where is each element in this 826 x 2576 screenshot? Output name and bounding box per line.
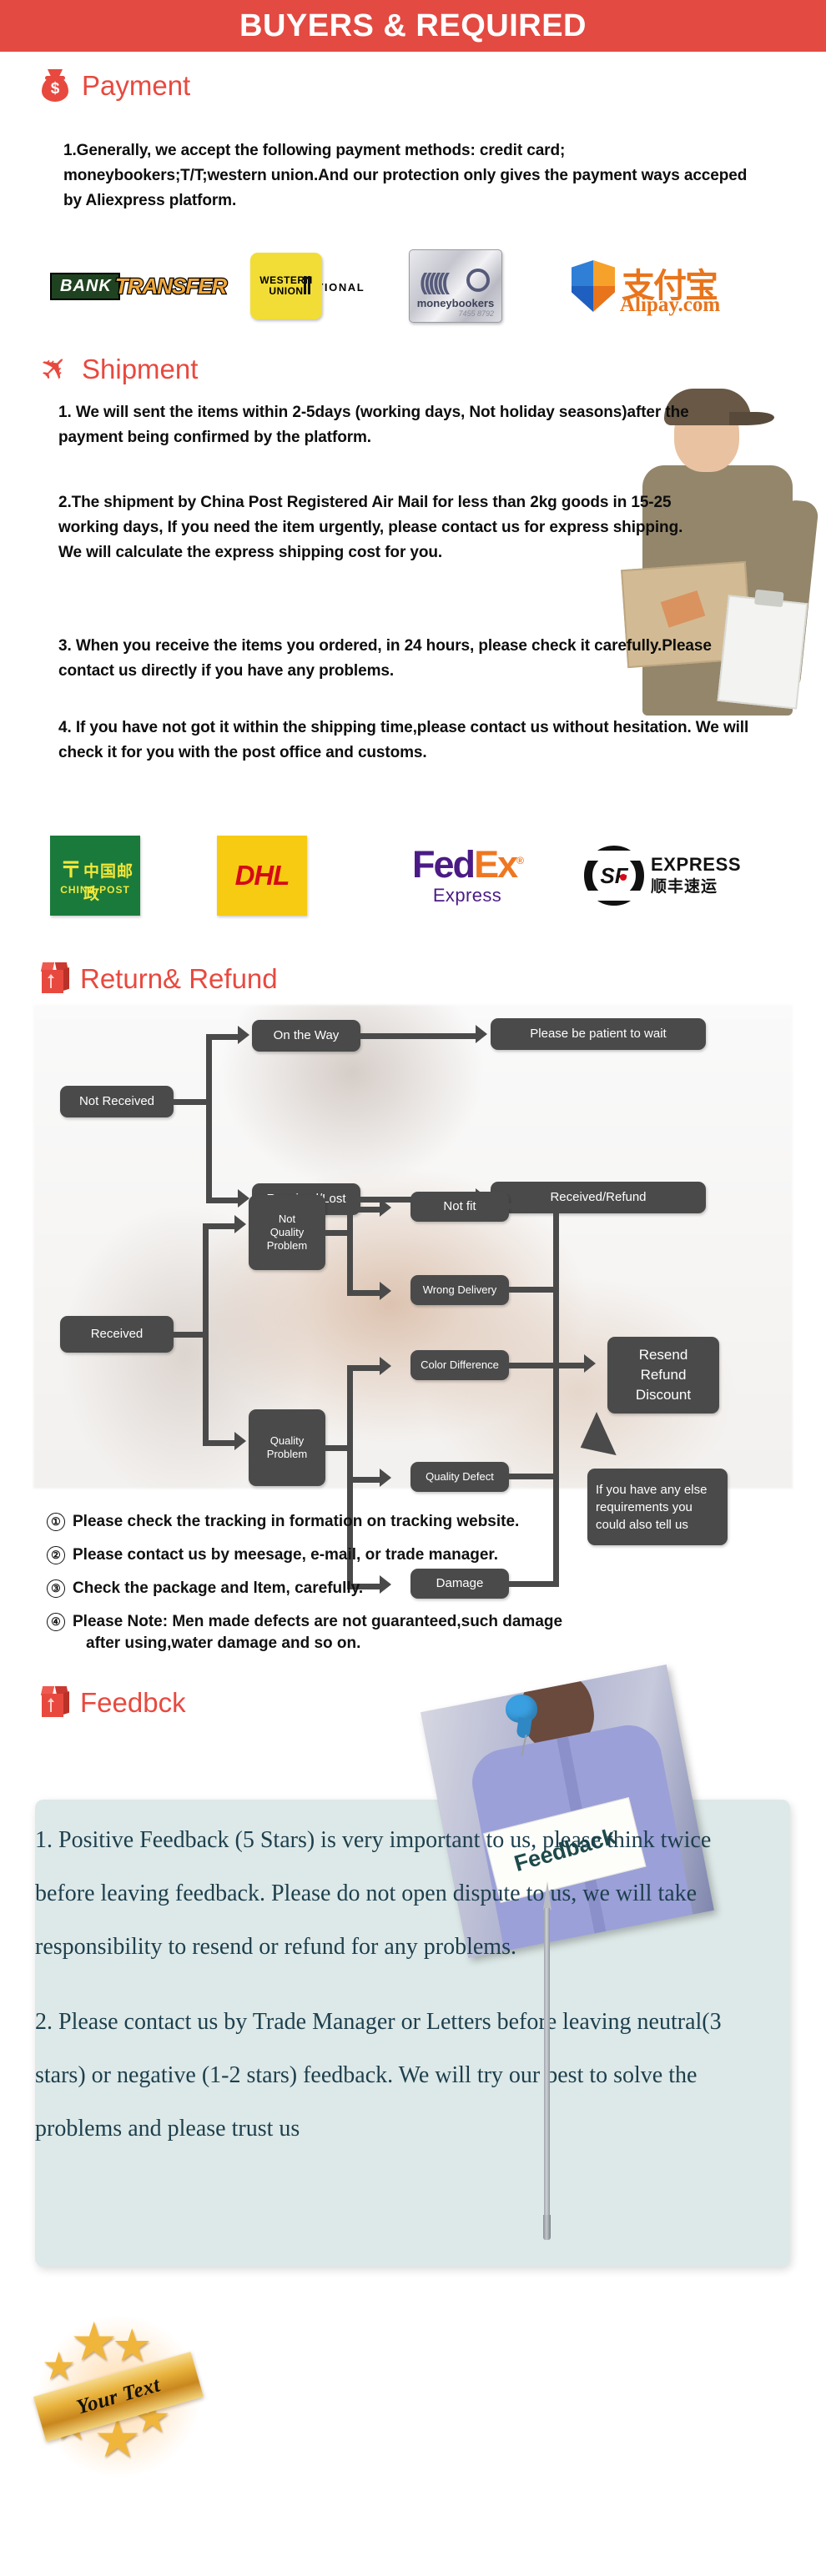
china-post-logo-slot: 〒 中国邮政 CHINA POST xyxy=(50,836,217,916)
shipment-paragraph-2: 2.The shipment by China Post Registered … xyxy=(58,494,683,561)
payment-logos-row: BANK TRANSFER INTERNATIONAL WESTERN UNIO… xyxy=(50,240,801,332)
flow-node-not-quality-problem: Not Quality Problem xyxy=(249,1195,325,1270)
feedback-body-text: 1. Positive Feedback (5 Stars) is very i… xyxy=(35,1814,753,2177)
airplane-icon: ✈ xyxy=(32,345,78,392)
note-marker-1: ① xyxy=(47,1513,65,1531)
dhl-logo: DHL xyxy=(217,836,307,916)
moneybookers-logo-slot: (((((( moneybookers 7455 8792 xyxy=(409,249,572,323)
page-banner: BUYERS & REQUIRED xyxy=(0,0,826,52)
fedex-part2: Ex xyxy=(474,842,518,886)
moneybookers-logo: (((((( moneybookers 7455 8792 xyxy=(409,249,502,323)
list-item: ① Please check the tracking in formation… xyxy=(47,1511,798,1533)
shipment-paragraph-4: 4. If you have not got it within the shi… xyxy=(58,719,749,761)
note-text-4: Please Note: Men made defects are not gu… xyxy=(73,1613,563,1630)
note-marker-4: ④ xyxy=(47,1613,65,1631)
return-refund-heading-label: Return& Refund xyxy=(80,962,278,994)
flow-node-not-received: Not Received xyxy=(60,1086,174,1117)
note-text-1: Please check the tracking in formation o… xyxy=(73,1513,520,1530)
western-union-bars-icon xyxy=(304,276,310,294)
payment-section-heading: $ Payment xyxy=(0,67,190,103)
fedex-sub-label: Express xyxy=(432,884,502,906)
china-post-chinese-label: 中国邮政 xyxy=(83,863,134,903)
dhl-logo-slot: DHL xyxy=(217,836,392,916)
china-post-english-label: CHINA POST xyxy=(60,884,130,896)
flowchart-background-photo xyxy=(33,1005,793,1489)
list-item: ④ Please Note: Men made defects are not … xyxy=(47,1611,798,1655)
note-marker-2: ② xyxy=(47,1546,65,1564)
return-refund-notes-list: ① Please check the tracking in formation… xyxy=(47,1511,798,1666)
shipment-carriers-row: 〒 中国邮政 CHINA POST DHL FedEx® Express SF … xyxy=(50,830,818,921)
flow-node-not-fit: Not fit xyxy=(410,1192,509,1222)
alipay-shield-icon xyxy=(572,260,615,312)
alipay-domain-label: Alipay.com xyxy=(620,294,721,316)
feedback-section-heading: Feedbck xyxy=(0,1685,186,1720)
list-item: ② Please contact us by meesage, e-mail, … xyxy=(47,1544,798,1566)
shipment-heading-label: Shipment xyxy=(82,353,199,384)
flow-node-wrong-delivery: Wrong Delivery xyxy=(410,1275,509,1305)
sf-express-logo: SF EXPRESS 顺丰速运 xyxy=(584,846,741,906)
list-item: ③ Check the package and ltem, carefully. xyxy=(47,1578,798,1599)
flow-node-resend-refund-discount: Resend Refund Discount xyxy=(607,1337,719,1414)
gold-star-badge: ★ ★ ★ ★ ★ ★ ★ Your Text xyxy=(32,2310,207,2477)
flow-node-quality-defect: Quality Defect xyxy=(410,1462,509,1492)
dhl-label: DHL xyxy=(234,860,290,891)
note-text-2: Please contact us by meesage, e-mail, or… xyxy=(73,1546,499,1564)
western-union-logo: WESTERN UNION xyxy=(250,253,322,319)
bank-transfer-logo: BANK TRANSFER INTERNATIONAL xyxy=(50,272,364,300)
return-refund-flowchart: Not Received On the Way Please be patien… xyxy=(0,1005,826,1599)
money-bag-icon: $ xyxy=(38,67,72,103)
pencil-icon xyxy=(541,1881,554,2248)
note-text-3: Check the package and ltem, carefully. xyxy=(73,1579,364,1597)
banner-title: BUYERS & REQUIRED xyxy=(239,8,587,43)
moneybookers-card-number: 7455 8792 xyxy=(458,309,494,318)
feedback-heading-label: Feedbck xyxy=(80,1686,186,1718)
flow-node-received: Received xyxy=(60,1316,174,1353)
feedback-paragraph-1: 1. Positive Feedback (5 Stars) is very i… xyxy=(35,1827,712,1960)
flow-node-please-wait: Please be patient to wait xyxy=(491,1018,706,1050)
sf-mark-icon: SF xyxy=(584,846,644,906)
payment-heading-label: Payment xyxy=(82,69,191,101)
western-union-line2: UNION xyxy=(269,285,304,297)
china-post-logo: 〒 中国邮政 CHINA POST xyxy=(50,836,140,916)
note-marker-3: ③ xyxy=(47,1579,65,1598)
flow-node-on-the-way: On the Way xyxy=(252,1020,360,1052)
china-post-mark-icon: 〒 xyxy=(60,857,83,882)
shipment-paragraph-1: 1. We will sent the items within 2-5days… xyxy=(58,404,689,446)
moneybookers-circle-icon xyxy=(466,269,490,292)
moneybookers-arcs-icon: (((((( xyxy=(420,269,450,294)
sf-english-label: EXPRESS xyxy=(651,853,742,875)
fedex-logo: FedEx® Express xyxy=(392,846,542,906)
feedback-paragraph-2: 2. Please contact us by Trade Manager or… xyxy=(35,2009,722,2142)
bank-transfer-word2: TRANSFER xyxy=(114,272,229,299)
flow-node-color-difference: Color Difference xyxy=(410,1350,509,1380)
fedex-part1: Fed xyxy=(412,842,476,886)
fedex-logo-slot: FedEx® Express xyxy=(392,846,584,906)
package-box-icon xyxy=(38,1685,70,1720)
shipment-section-heading: ✈ Shipment xyxy=(0,345,199,392)
note-text-4-line2: after using,water damage and so on. xyxy=(86,1634,361,1652)
shipment-paragraph-3: 3. When you receive the items you ordere… xyxy=(58,637,712,680)
bank-transfer-word1: BANK xyxy=(50,272,120,300)
return-refund-section-heading: Return& Refund xyxy=(0,961,278,996)
flow-node-quality-problem: Quality Problem xyxy=(249,1409,325,1486)
pushpin-icon xyxy=(501,1695,542,1756)
sf-chinese-label: 顺丰速运 xyxy=(651,878,718,896)
moneybookers-label: moneybookers xyxy=(416,297,495,309)
payment-body-text: 1.Generally, we accept the following pay… xyxy=(63,142,748,209)
package-box-icon xyxy=(38,961,70,996)
alipay-logo: 支付宝 Alipay.com xyxy=(572,260,720,316)
fedex-registered-icon: ® xyxy=(516,854,524,866)
